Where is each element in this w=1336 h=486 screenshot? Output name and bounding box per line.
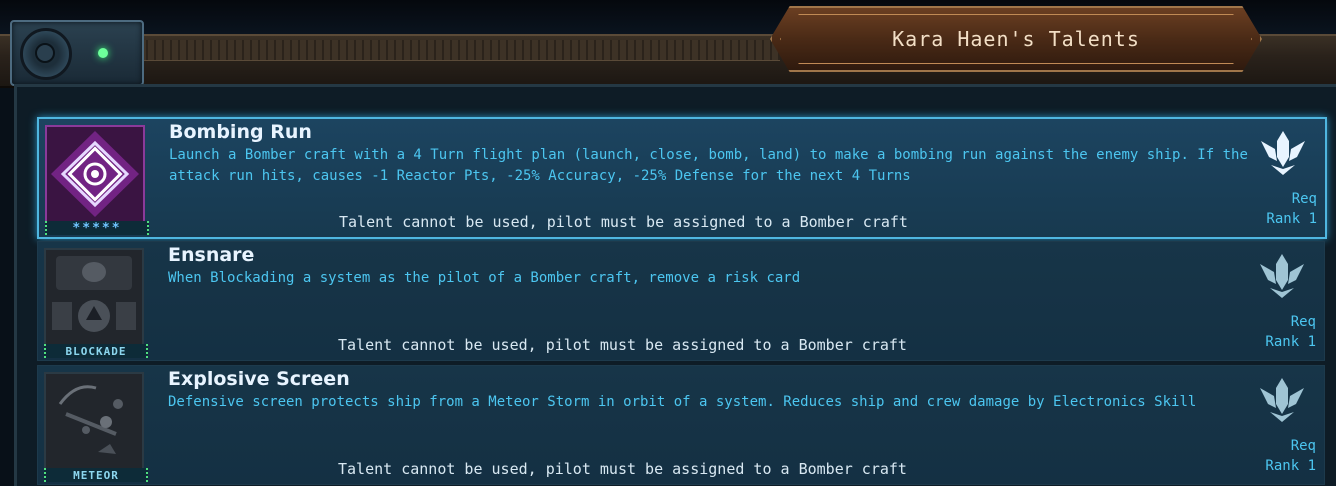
talent-name: Ensnare [168, 244, 255, 266]
talent-status: Talent cannot be used, pilot must be ass… [338, 460, 907, 478]
talent-description: Defensive screen protects ship from a Me… [168, 394, 1197, 410]
rank-requirement: Req Rank 1 [1236, 312, 1316, 352]
frame-strip [140, 40, 780, 61]
rank-label: Rank 1 [1266, 211, 1317, 227]
talent-status: Talent cannot be used, pilot must be ass… [338, 336, 907, 354]
icon-label: BLOCKADE [44, 344, 148, 358]
meteor-icon [44, 372, 144, 470]
window-title: Kara Haen's Talents [892, 27, 1140, 51]
talent-status: Talent cannot be used, pilot must be ass… [339, 213, 908, 231]
status-light [98, 48, 108, 58]
req-label: Req [1290, 314, 1316, 330]
talent-description: When Blockading a system as the pilot of… [168, 270, 801, 286]
rank-emblem-icon [1257, 127, 1309, 179]
rank-stars: ***** [45, 221, 149, 236]
title-plate: Kara Haen's Talents [770, 6, 1262, 72]
gear-icon [20, 28, 72, 80]
rank-emblem-icon [1256, 250, 1308, 302]
talent-name: Explosive Screen [168, 368, 350, 390]
talent-row-ensnare[interactable]: BLOCKADE Ensnare When Blockading a syste… [37, 241, 1325, 361]
rank-emblem-icon [1256, 374, 1308, 426]
req-label: Req [1290, 438, 1316, 454]
talent-row-explosive-screen[interactable]: METEOR Explosive Screen Defensive screen… [37, 365, 1325, 485]
blockade-icon [44, 248, 144, 346]
rank-label: Rank 1 [1265, 334, 1316, 350]
icon-label: METEOR [44, 468, 148, 482]
req-label: Req [1291, 191, 1317, 207]
rank-label: Rank 1 [1265, 458, 1316, 474]
talent-name: Bombing Run [169, 121, 312, 143]
frame-ornament [10, 20, 144, 86]
rank-requirement: Req Rank 1 [1237, 189, 1317, 229]
talent-list: ***** Bombing Run Launch a Bomber craft … [14, 84, 1336, 486]
bomber-talent-icon [45, 125, 145, 223]
talent-row-bombing-run[interactable]: ***** Bombing Run Launch a Bomber craft … [37, 117, 1327, 239]
rank-requirement: Req Rank 1 [1236, 436, 1316, 476]
talent-description: Launch a Bomber craft with a 4 Turn flig… [169, 147, 1248, 184]
